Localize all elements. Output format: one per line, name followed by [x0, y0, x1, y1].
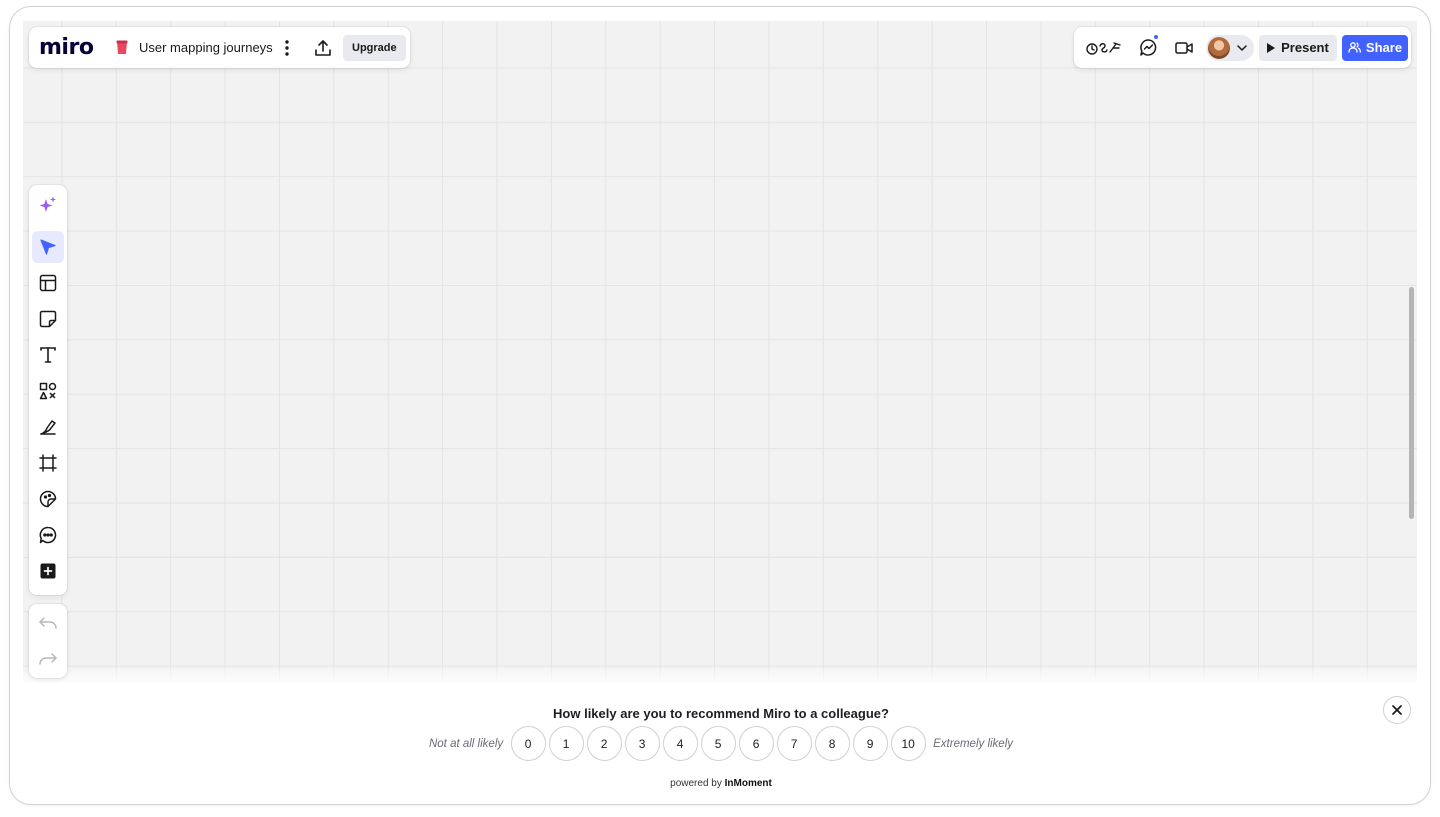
board-menu-icon[interactable]	[271, 32, 303, 64]
nps-option-6[interactable]: 6	[738, 726, 774, 761]
share-label: Share	[1365, 40, 1403, 55]
close-survey-button[interactable]	[1383, 696, 1411, 724]
close-icon	[1392, 705, 1402, 715]
chevron-down-icon	[1237, 44, 1247, 51]
board-canvas[interactable]	[23, 21, 1417, 683]
video-call-icon[interactable]	[1168, 32, 1200, 64]
nps-option-2[interactable]: 2	[586, 726, 622, 761]
powered-by: powered by InMoment	[10, 778, 1430, 789]
avatar	[1208, 36, 1230, 59]
present-label: Present	[1281, 40, 1329, 55]
frame-icon[interactable]	[32, 447, 64, 479]
sticky-note-icon[interactable]	[32, 303, 64, 335]
sticker-icon[interactable]	[32, 483, 64, 515]
pen-icon[interactable]	[32, 411, 64, 443]
nps-scale: Not at all likely 0 1 2 3 4 5 6 7 8 9 10…	[10, 726, 1430, 761]
notification-dot	[1154, 34, 1158, 39]
avatar-menu[interactable]	[1206, 34, 1254, 61]
ai-sparkle-icon[interactable]	[32, 189, 64, 221]
redo-icon[interactable]	[32, 643, 64, 675]
creation-toolbar	[29, 185, 67, 595]
nps-option-5[interactable]: 5	[700, 726, 736, 761]
collaboration-bar: Present Share	[1074, 27, 1411, 68]
users-icon	[1348, 42, 1361, 53]
nps-option-1[interactable]: 1	[548, 726, 584, 761]
upgrade-button[interactable]: Upgrade	[343, 34, 406, 61]
nps-option-7[interactable]: 7	[776, 726, 812, 761]
play-icon	[1267, 42, 1276, 53]
nps-option-9[interactable]: 9	[852, 726, 888, 761]
board-icon	[115, 40, 129, 56]
nps-option-0[interactable]: 0	[510, 726, 546, 761]
share-button[interactable]: Share	[1342, 34, 1408, 61]
scale-low-label: Not at all likely	[428, 737, 504, 750]
nps-option-3[interactable]: 3	[624, 726, 660, 761]
board-title[interactable]: User mapping journeys	[139, 40, 273, 55]
powered-prefix: powered by	[670, 778, 722, 789]
nps-option-4[interactable]: 4	[662, 726, 698, 761]
reactions-icon[interactable]	[1082, 34, 1126, 62]
miro-logo[interactable]: miro	[39, 35, 101, 60]
nps-survey-banner: How likely are you to recommend Miro to …	[10, 683, 1430, 804]
present-button[interactable]: Present	[1259, 34, 1337, 61]
undo-icon[interactable]	[32, 607, 64, 639]
more-apps-icon[interactable]	[32, 555, 64, 587]
text-icon[interactable]	[32, 339, 64, 371]
export-icon[interactable]	[307, 32, 339, 64]
chat-icon[interactable]	[1132, 32, 1164, 64]
history-toolbar	[29, 604, 67, 678]
nps-option-10[interactable]: 10	[890, 726, 926, 761]
survey-question: How likely are you to recommend Miro to …	[553, 706, 889, 721]
board-header: miro User mapping journeys Upgrade	[29, 27, 410, 68]
templates-icon[interactable]	[32, 267, 64, 299]
select-cursor-icon[interactable]	[32, 231, 64, 263]
powered-brand: InMoment	[724, 778, 772, 789]
scale-high-label: Extremely likely	[933, 737, 1014, 750]
shapes-icon[interactable]	[32, 375, 64, 407]
nps-option-8[interactable]: 8	[814, 726, 850, 761]
vertical-scrollbar[interactable]	[1409, 287, 1414, 519]
app-window: miro User mapping journeys Upgrade Prese…	[9, 6, 1431, 805]
comment-icon[interactable]	[32, 519, 64, 551]
